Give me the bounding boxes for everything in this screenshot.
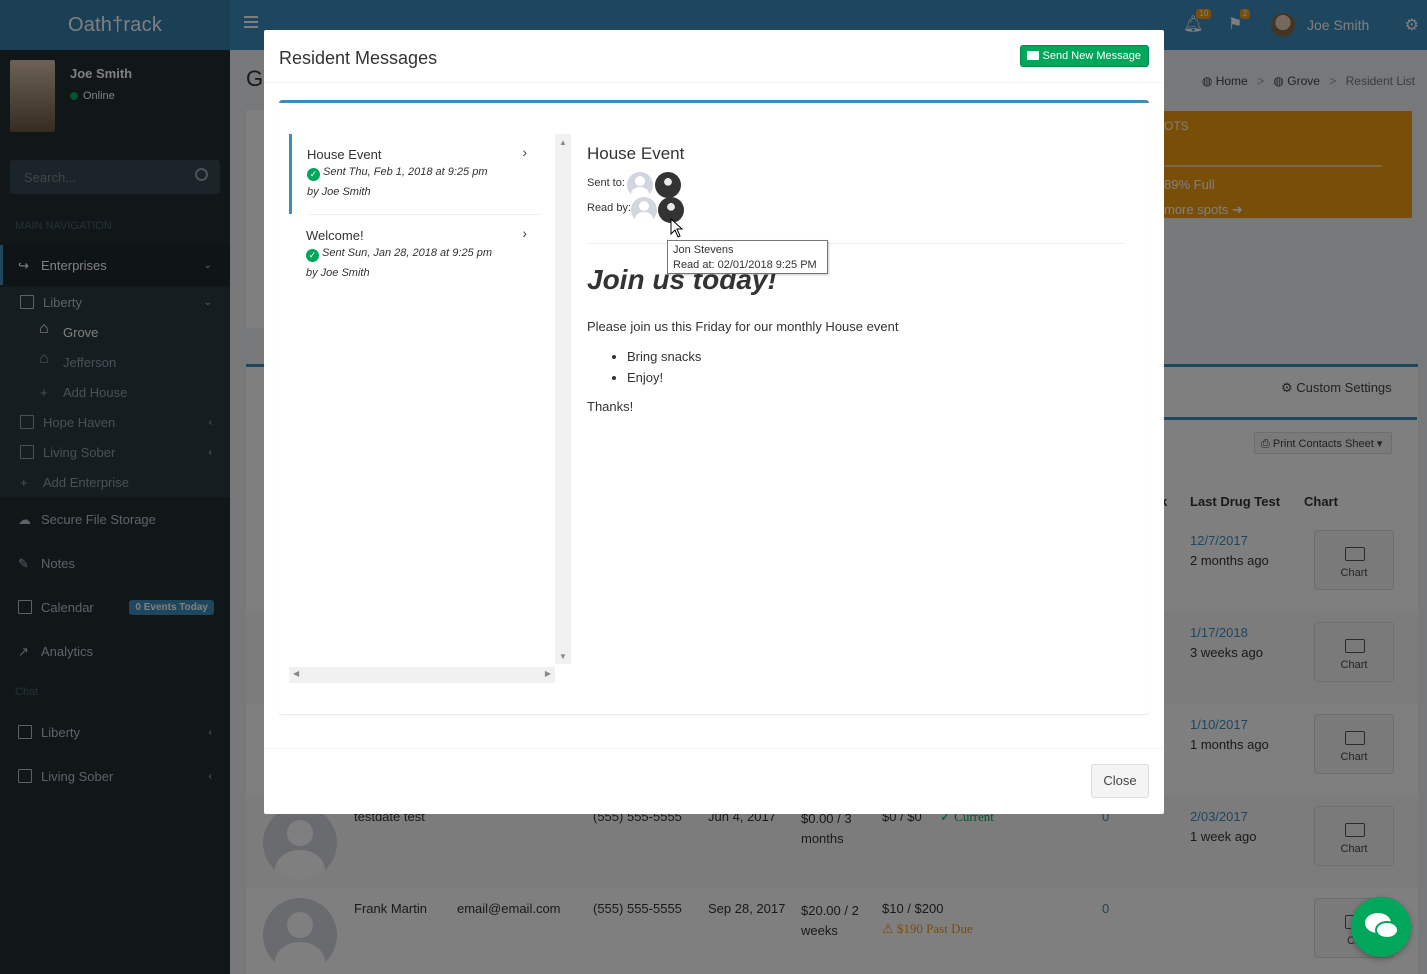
recipient-avatar[interactable]: [627, 172, 653, 198]
read-by-label: Read by:: [587, 202, 632, 214]
message-list-horizontal-scrollbar[interactable]: ◀ ▶: [289, 667, 555, 683]
chevron-right-icon: ›: [522, 144, 527, 160]
message-author: by Joe Smith: [307, 186, 371, 198]
sent-to-label: Sent to:: [587, 177, 625, 189]
close-button[interactable]: Close: [1091, 764, 1149, 798]
scroll-left-icon[interactable]: ◀: [293, 669, 299, 678]
message-list: House Event ✓ Sent Thu, Feb 1, 2018 at 9:…: [289, 134, 555, 682]
message-sent-date: ✓ Sent Sun, Jan 28, 2018 at 9:25 pm: [306, 247, 541, 262]
message-bullet-list: Bring snacks Enjoy!: [627, 349, 701, 391]
modal-header-divider: [264, 82, 1164, 83]
message-closing: Thanks!: [587, 399, 634, 414]
chat-launcher-button[interactable]: [1351, 897, 1411, 957]
message-author: by Joe Smith: [306, 267, 370, 279]
chat-bubble-icon: [1375, 921, 1399, 939]
scroll-up-icon[interactable]: ▲: [559, 138, 567, 147]
scroll-down-icon[interactable]: ▼: [559, 652, 567, 661]
message-subject: Welcome!: [306, 228, 364, 243]
scroll-right-icon[interactable]: ▶: [545, 669, 551, 678]
envelope-icon: [1026, 51, 1039, 60]
mouse-cursor-icon: [670, 218, 684, 238]
message-list-item[interactable]: Welcome! ✓ Sent Sun, Jan 28, 2018 at 9:25…: [289, 215, 541, 295]
message-detail-subject: House Event: [587, 144, 685, 163]
list-item: Enjoy!: [627, 370, 701, 385]
list-item: Bring snacks: [627, 349, 701, 364]
check-circle-icon: ✓: [307, 168, 320, 181]
modal-title: Resident Messages: [279, 48, 438, 68]
recipient-avatar[interactable]: [655, 172, 681, 198]
message-subject: House Event: [307, 147, 382, 162]
message-paragraph: Please join us this Friday for our month…: [587, 319, 899, 334]
tooltip-read-at: Read at: 02/01/2018 9:25 PM: [673, 259, 817, 271]
message-sent-date: ✓ Sent Thu, Feb 1, 2018 at 9:25 pm: [307, 166, 541, 181]
check-circle-icon: ✓: [306, 249, 319, 262]
message-list-vertical-scrollbar[interactable]: ▲ ▼: [555, 134, 571, 664]
tooltip-name: Jon Stevens: [673, 244, 734, 256]
chevron-right-icon: ›: [522, 225, 527, 241]
resident-messages-modal: Resident Messages Send New Message House…: [264, 30, 1164, 814]
reader-tooltip: Jon Stevens Read at: 02/01/2018 9:25 PM: [667, 240, 828, 274]
modal-footer-divider: [264, 748, 1164, 749]
message-list-item[interactable]: House Event ✓ Sent Thu, Feb 1, 2018 at 9:…: [289, 134, 541, 214]
send-new-message-button[interactable]: Send New Message: [1019, 45, 1149, 67]
reader-avatar[interactable]: [631, 197, 657, 223]
